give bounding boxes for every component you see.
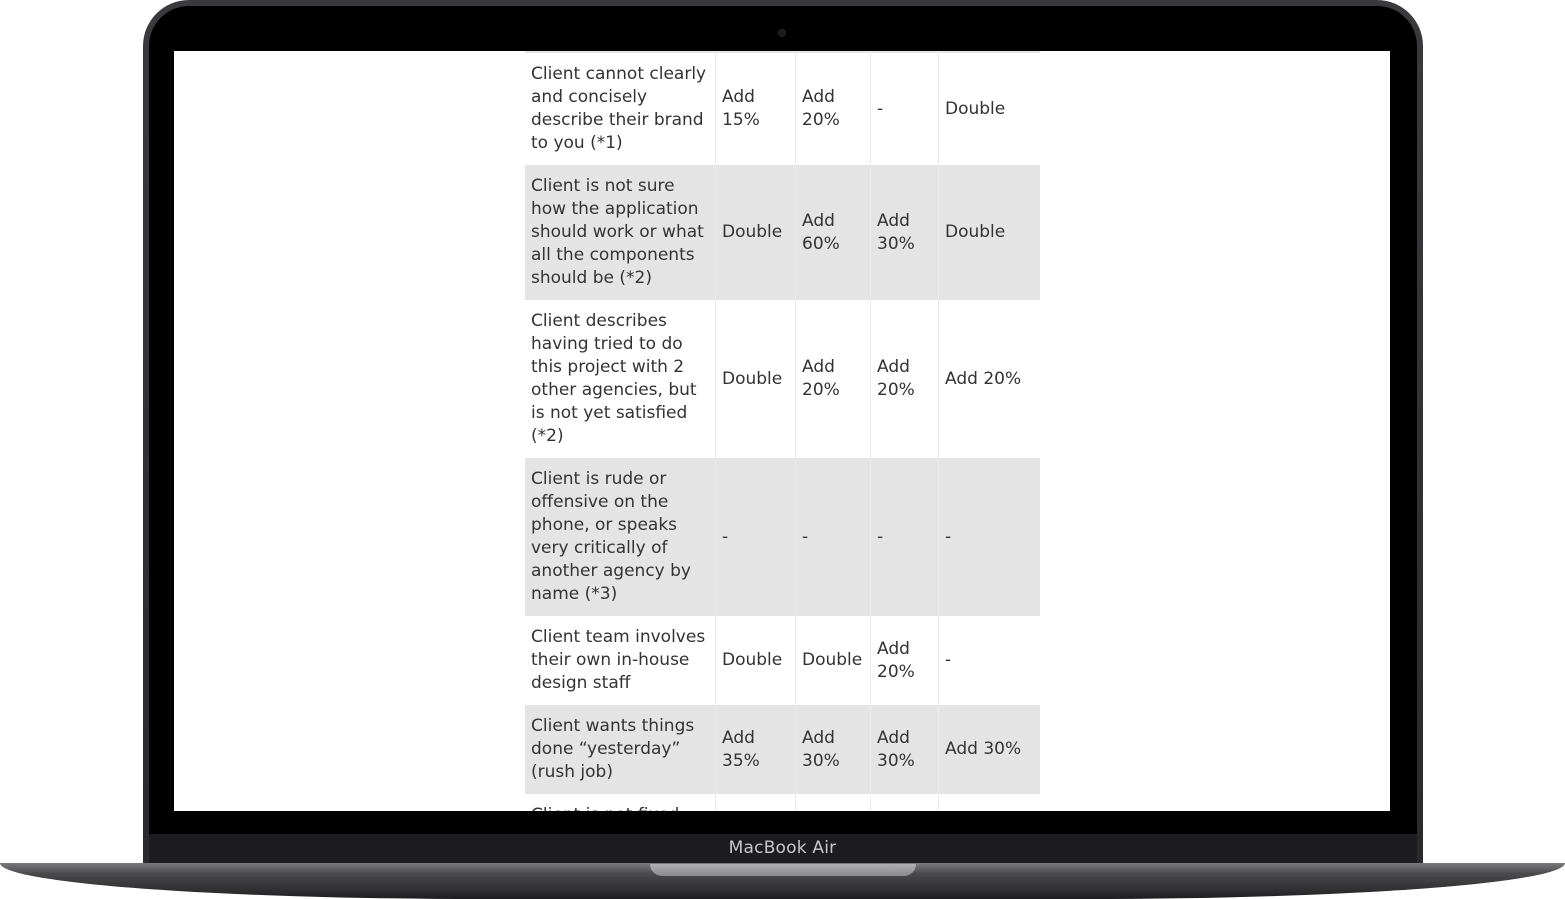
table-cell: - — [870, 53, 938, 165]
table-cell: Double — [715, 616, 795, 705]
table-cell: - — [870, 458, 938, 616]
table-cell: - — [715, 458, 795, 616]
table-cell: Add 35% — [715, 705, 795, 794]
table-row: Client describes having tried to do this… — [525, 300, 1040, 458]
table-cell — [870, 794, 938, 811]
table-row: Client cannot clearly and concisely desc… — [525, 53, 1040, 165]
table-cell: Add 30% — [795, 705, 870, 794]
table-cell: - — [938, 458, 1040, 616]
table-cell: Add 30% — [870, 165, 938, 300]
table-cell: Double — [715, 165, 795, 300]
table-cell: Add 20% — [870, 616, 938, 705]
table-cell: Double — [938, 53, 1040, 165]
table-row: Client wants things done “yesterday” (ru… — [525, 705, 1040, 794]
table-cell: Add 20% — [795, 53, 870, 165]
table-cell: Double — [795, 616, 870, 705]
table-cell: Client wants things done “yesterday” (ru… — [525, 705, 715, 794]
table-cell: Client team involves their own in-house … — [525, 616, 715, 705]
table-cell: Double — [715, 300, 795, 458]
hinge-notch — [650, 864, 916, 876]
table-cell: Add 20% — [795, 300, 870, 458]
camera-icon — [778, 29, 786, 37]
table-cell: Client is not fixed — [525, 794, 715, 811]
table-cell: Double — [938, 165, 1040, 300]
pricing-adjustment-table: Client cannot clearly and concisely desc… — [525, 51, 1040, 811]
table-cell: Add 15% — [715, 53, 795, 165]
table-cell — [795, 794, 870, 811]
device-label: MacBook Air — [728, 838, 837, 858]
table-cell: - — [938, 616, 1040, 705]
pricing-table-container: Client cannot clearly and concisely desc… — [525, 51, 1040, 811]
table-cell: Client cannot clearly and concisely desc… — [525, 53, 715, 165]
table-cell: Client is not sure how the application s… — [525, 165, 715, 300]
table-cell: Add 20% — [938, 300, 1040, 458]
table-cell: Client is rude or offensive on the phone… — [525, 458, 715, 616]
table-row: Client team involves their own in-house … — [525, 616, 1040, 705]
browser-viewport[interactable]: Client cannot clearly and concisely desc… — [174, 51, 1390, 811]
table-cell — [938, 794, 1040, 811]
table-cell: Add 60% — [795, 165, 870, 300]
table-cell: - — [795, 458, 870, 616]
table-row: Client is not fixed — [525, 794, 1040, 811]
table-cell: Client describes having tried to do this… — [525, 300, 715, 458]
table-cell — [715, 794, 795, 811]
table-row: Client is rude or offensive on the phone… — [525, 458, 1040, 616]
table-cell: Add 20% — [870, 300, 938, 458]
table-row: Client is not sure how the application s… — [525, 165, 1040, 300]
table-cell: Add 30% — [870, 705, 938, 794]
table-cell: Add 30% — [938, 705, 1040, 794]
